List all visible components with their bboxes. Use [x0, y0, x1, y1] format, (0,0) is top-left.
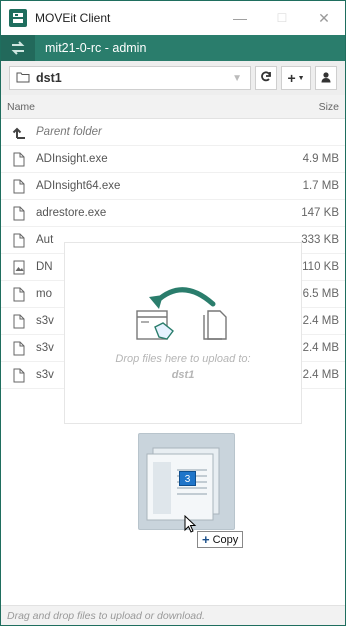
- upload-drop-zone[interactable]: Drop files here to upload to: dst1: [65, 243, 301, 423]
- file-name: mo: [36, 288, 52, 300]
- user-button[interactable]: [315, 66, 337, 90]
- status-bar: Drag and drop files to upload or downloa…: [1, 605, 345, 625]
- folder-icon: [16, 71, 30, 86]
- file-name: s3v: [36, 369, 54, 381]
- swap-arrows-icon[interactable]: [1, 35, 35, 61]
- file-size: 2.4 MB: [302, 369, 339, 381]
- drop-instructions: Drop files here to upload to: dst1: [65, 351, 301, 383]
- parent-folder-row[interactable]: Parent folder: [1, 119, 345, 146]
- moveit-client-window: MOVEit Client — ☐ ✕ mit21-0-rc - admin d…: [0, 0, 346, 626]
- user-icon: [320, 71, 332, 86]
- parent-folder-icon: [11, 126, 27, 139]
- current-folder-name: dst1: [36, 71, 62, 85]
- file-row[interactable]: ADInsight64.exe 1.7 MB: [1, 173, 345, 200]
- file-icon: [11, 314, 27, 329]
- file-icon: [11, 206, 27, 221]
- file-icon: [11, 287, 27, 302]
- file-name: s3v: [36, 315, 54, 327]
- file-icon: [11, 152, 27, 167]
- file-name: Aut: [36, 234, 54, 246]
- minimize-button[interactable]: —: [219, 1, 261, 35]
- file-name: ADInsight64.exe: [36, 180, 121, 192]
- moveit-app-icon: [9, 9, 27, 27]
- drag-count-badge: 3: [179, 471, 196, 486]
- file-row[interactable]: ADInsight.exe 4.9 MB: [1, 146, 345, 173]
- chevron-down-icon: ▼: [232, 72, 242, 84]
- column-header-name[interactable]: Name: [7, 101, 35, 113]
- refresh-button[interactable]: [255, 66, 277, 90]
- folder-dropdown[interactable]: dst1 ▼: [9, 66, 251, 90]
- file-icon: [11, 341, 27, 356]
- plus-icon: +: [287, 70, 296, 86]
- file-size: 110 KB: [302, 261, 339, 273]
- column-header-size[interactable]: Size: [319, 101, 339, 113]
- new-menu-button[interactable]: + ▼: [281, 66, 311, 90]
- file-row[interactable]: adrestore.exe 147 KB: [1, 200, 345, 227]
- file-size: 2.4 MB: [302, 315, 339, 327]
- copy-label: Copy: [212, 533, 239, 546]
- plus-icon: +: [202, 532, 210, 547]
- file-name: adrestore.exe: [36, 207, 107, 219]
- file-icon: [11, 179, 27, 194]
- file-icon: [11, 233, 27, 248]
- file-name: DN: [36, 261, 53, 273]
- file-name: ADInsight.exe: [36, 153, 108, 165]
- image-file-icon: [11, 260, 27, 275]
- file-size: 1.7 MB: [302, 180, 339, 192]
- file-size: 6.5 MB: [302, 288, 339, 300]
- folder-toolbar: dst1 ▼ + ▼: [1, 61, 345, 95]
- file-name: Parent folder: [36, 126, 102, 138]
- drop-target-folder: dst1: [171, 369, 195, 381]
- maximize-button[interactable]: ☐: [261, 1, 303, 35]
- connection-bar: mit21-0-rc - admin: [1, 35, 345, 61]
- chevron-down-icon: ▼: [297, 74, 305, 82]
- refresh-icon: [260, 70, 272, 86]
- file-list-header: Name Size: [1, 95, 345, 119]
- file-name: s3v: [36, 342, 54, 354]
- mouse-cursor-icon: [184, 515, 197, 533]
- close-button[interactable]: ✕: [303, 1, 345, 35]
- status-text: Drag and drop files to upload or downloa…: [7, 609, 205, 622]
- window-controls: — ☐ ✕: [219, 1, 345, 35]
- file-size: 4.9 MB: [302, 153, 339, 165]
- upload-illustration-icon: [136, 287, 227, 340]
- file-size: 2.4 MB: [302, 342, 339, 354]
- file-size: 333 KB: [301, 234, 339, 246]
- drop-instructions-text: Drop files here to upload to:: [115, 353, 251, 365]
- connection-title[interactable]: mit21-0-rc - admin: [45, 41, 146, 55]
- window-title: MOVEit Client: [35, 11, 111, 25]
- file-icon: [11, 368, 27, 383]
- copy-drag-tooltip: + Copy: [197, 531, 244, 548]
- file-size: 147 KB: [301, 207, 339, 219]
- title-bar: MOVEit Client — ☐ ✕: [1, 1, 345, 35]
